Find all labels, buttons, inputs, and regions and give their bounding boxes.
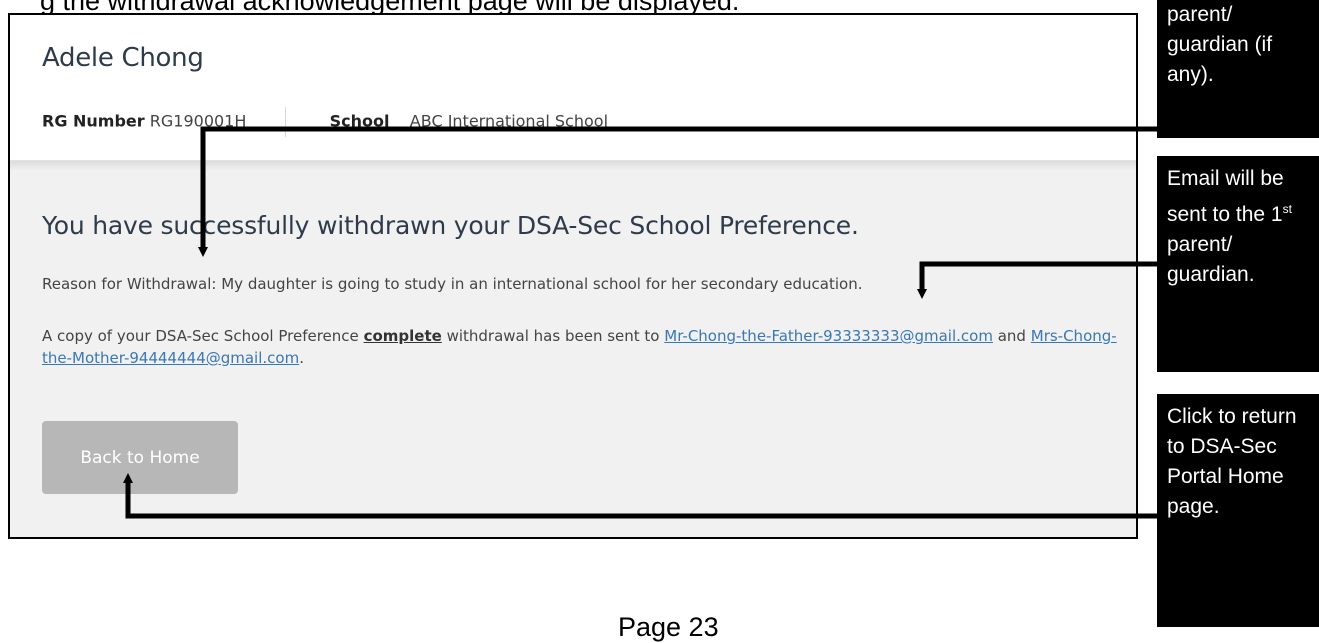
school-value: ABC International School xyxy=(409,111,609,131)
callout-parent-guardian-text: parent/ guardian (if any). xyxy=(1167,3,1273,86)
copy-end: . xyxy=(299,349,304,367)
email-copy-notice: A copy of your DSA-Sec School Preference… xyxy=(42,325,1122,369)
callout-email-sent: Email will be sent to the 1st parent/ gu… xyxy=(1157,156,1319,372)
copy-emphasis: complete xyxy=(363,327,442,345)
callout-parent-guardian: parent/ guardian (if any). xyxy=(1157,0,1319,138)
student-meta: RG Number RG190001H School ABC Internati… xyxy=(42,107,608,137)
callout-email-suffix: parent/ guardian. xyxy=(1167,233,1255,286)
back-to-home-button[interactable]: Back to Home xyxy=(42,421,238,494)
callout-back-home: Click to return to DSA-Sec Portal Home p… xyxy=(1157,394,1319,627)
rg-number-value: RG190001H xyxy=(149,111,247,131)
callout-email-prefix: Email will be sent to the 1 xyxy=(1167,167,1284,226)
copy-middle: withdrawal has been sent to xyxy=(446,327,660,345)
panel-shadow xyxy=(10,161,1136,171)
callout-back-home-text: Click to return to DSA-Sec Portal Home p… xyxy=(1167,405,1297,518)
student-header: Adele Chong RG Number RG190001H School A… xyxy=(10,15,1136,161)
screenshot-frame: Adele Chong RG Number RG190001H School A… xyxy=(8,13,1138,539)
callout-email-sup: st xyxy=(1282,202,1292,216)
reason-text: My daughter is going to study in an inte… xyxy=(221,275,863,293)
email-link-father[interactable]: Mr-Chong-the-Father-93333333@gmail.com xyxy=(664,327,993,345)
student-name: Adele Chong xyxy=(42,43,204,73)
copy-prefix: A copy of your DSA-Sec School Preference xyxy=(42,327,359,345)
page-number: Page 23 xyxy=(618,612,719,642)
school-label: School xyxy=(329,111,390,131)
success-title: You have successfully withdrawn your DSA… xyxy=(42,211,859,240)
meta-divider xyxy=(285,107,287,137)
rg-number-label: RG Number xyxy=(42,111,145,131)
copy-and: and xyxy=(997,327,1026,345)
reason-label: Reason for Withdrawal: xyxy=(42,275,217,293)
confirmation-panel: You have successfully withdrawn your DSA… xyxy=(10,161,1136,537)
withdrawal-reason: Reason for Withdrawal: My daughter is go… xyxy=(42,275,863,293)
